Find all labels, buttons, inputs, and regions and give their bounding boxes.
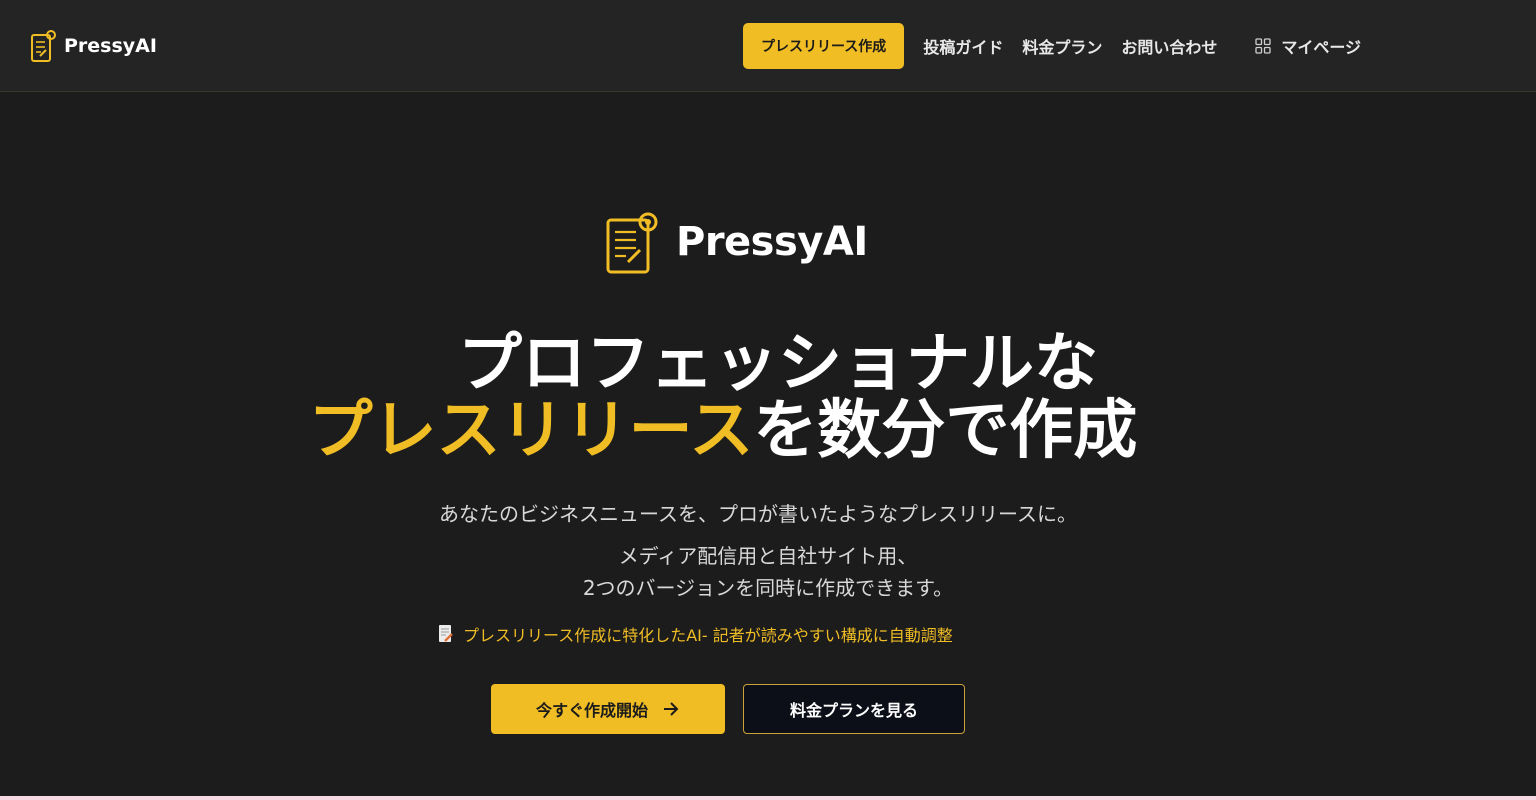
nav-contact[interactable]: お問い合わせ [1121, 34, 1217, 58]
headline-line-1: プロフェッショナルな [458, 327, 1098, 401]
brand-name: PressyAI [64, 35, 157, 57]
start-now-button[interactable]: 今すぐ作成開始 [491, 684, 725, 734]
feature-note: プレスリリース作成に特化したAI- 記者が読みやすい構成に自動調整 [437, 622, 953, 646]
start-now-label: 今すぐ作成開始 [535, 701, 648, 720]
headline-line-2: プレスリリースを数分で作成 [0, 399, 1536, 463]
header-logo[interactable]: PressyAI [30, 28, 157, 64]
arrow-right-icon [664, 702, 679, 716]
nav-posting-guide[interactable]: 投稿ガイド [923, 34, 1003, 58]
hero-logo: PressyAI [604, 210, 868, 274]
headline-rest: を数分で作成 [753, 394, 1138, 468]
memo-icon [439, 625, 453, 642]
create-press-release-button[interactable]: プレスリリース作成 [743, 23, 905, 69]
subtitle-3: 2つのバージョンを同時に作成できます。 [582, 576, 954, 600]
feature-text: プレスリリース作成に特化したAI- 記者が読みやすい構成に自動調整 [463, 626, 953, 645]
bottom-strip [0, 796, 1536, 800]
site-header: PressyAI プレスリリース作成 投稿ガイド 料金プラン お問い合わせ マイ… [0, 0, 1536, 92]
document-pencil-icon [31, 30, 56, 62]
hero-brand-name: PressyAI [676, 219, 868, 265]
document-pencil-icon [606, 212, 658, 274]
grid-icon [1255, 38, 1272, 54]
view-pricing-button[interactable]: 料金プランを見る [743, 684, 965, 734]
headline-accent: プレスリリース [308, 394, 754, 468]
subtitle-2: メディア配信用と自社サイト用、 [618, 544, 918, 568]
nav-mypage-label: マイページ [1281, 38, 1362, 57]
nav-pricing[interactable]: 料金プラン [1022, 34, 1102, 58]
nav-mypage[interactable]: マイページ [1255, 34, 1361, 58]
main-nav: プレスリリース作成 投稿ガイド 料金プラン お問い合わせ マイページ [743, 23, 1361, 69]
subtitle-1: あなたのビジネスニュースを、プロが書いたようなプレスリリースに。 [439, 502, 1077, 526]
hero-section: PressyAI プロフェッショナルな プレスリリースを数分で作成 あなたのビジ… [0, 92, 1536, 796]
